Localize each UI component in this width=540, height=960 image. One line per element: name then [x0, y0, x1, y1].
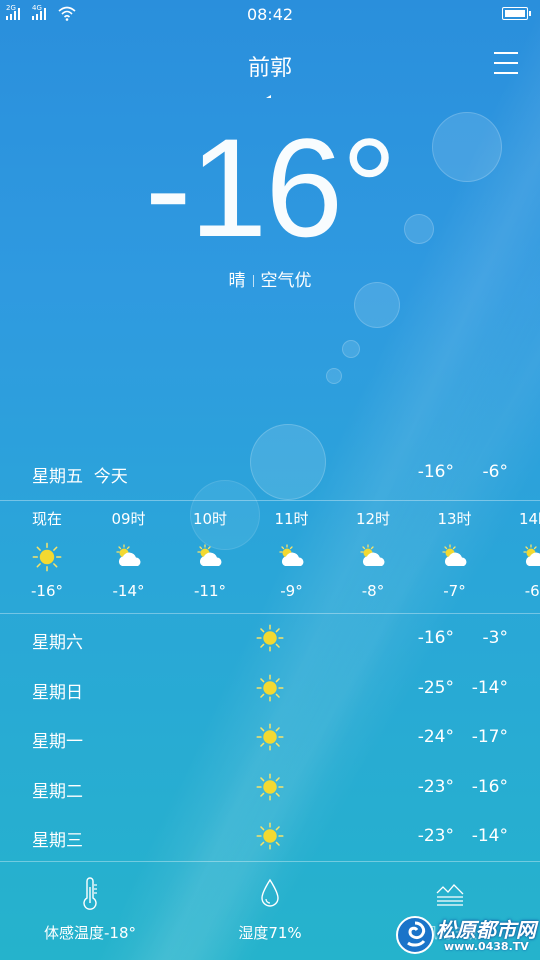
current-condition: 晴空气优: [0, 266, 540, 291]
day-high-temp: -3°: [482, 628, 508, 648]
bokeh-bubble: [326, 368, 342, 384]
hour-temp: -11°: [194, 582, 226, 600]
hour-temp: -14°: [112, 582, 145, 600]
humidity-drop-icon: [261, 878, 279, 907]
weather-condition: 晴: [228, 271, 246, 291]
status-time: 08:42: [246, 5, 294, 24]
sunny-icon: [32, 542, 62, 572]
hour-temp: -9°: [280, 582, 303, 600]
wind-icon: [436, 884, 464, 906]
hourly-item: 09时 -14°: [88, 508, 170, 600]
day-label: 星期日: [32, 682, 83, 703]
today-low-temp: -16°: [417, 462, 454, 482]
hourly-item: 现在 -16°: [6, 508, 88, 600]
hour-label: 11时: [274, 510, 309, 528]
hourly-forecast[interactable]: 现在 -16° 09时 -14° 10时 -11° 11时 -9° 12时 -8…: [0, 508, 540, 608]
day-label: 星期一: [32, 732, 83, 752]
day-high-temp: -16°: [471, 776, 508, 797]
battery-icon: [502, 7, 531, 20]
divider: [0, 500, 540, 501]
location-indicator-icon: [266, 92, 271, 98]
hour-label: 13时: [437, 510, 472, 528]
partly-cloudy-icon: [523, 544, 540, 566]
day-low-temp: -25°: [417, 677, 454, 698]
thermometer-icon: [83, 877, 97, 910]
day-low-temp: -23°: [417, 826, 454, 846]
today-high-temp: -6°: [482, 462, 508, 482]
bokeh-bubble: [342, 340, 360, 358]
today-label: 星期五 今天: [32, 467, 128, 487]
day-high-temp: -14°: [471, 826, 508, 846]
feels-like-stat: 体感温度-18°: [0, 876, 180, 943]
site-watermark: 松原都市网 www.0438.TV: [392, 910, 540, 960]
current-temperature: -16°: [144, 109, 397, 266]
hour-label: 现在: [31, 510, 62, 528]
status-bar: 2G 4G 08:42: [0, 0, 540, 30]
daily-forecast: 星期六 -16° -3° 星期日 -25° -14° 星期一 -24° -17°…: [0, 614, 540, 862]
hourly-item: 13时 -7°: [414, 508, 496, 600]
hour-label: 09时: [111, 510, 146, 528]
sunny-icon: [256, 624, 284, 652]
hour-label: 10时: [192, 510, 228, 528]
today-summary: 星期五 今天 -16° -6°: [32, 462, 508, 490]
hourly-item: 10时 -11°: [169, 508, 251, 600]
day-high-temp: -14°: [471, 677, 508, 698]
city-name[interactable]: 前郭: [0, 50, 540, 82]
menu-icon: [494, 52, 518, 54]
daily-row[interactable]: 星期六 -16° -3°: [0, 614, 540, 664]
divider: [252, 275, 254, 287]
partly-cloudy-icon: [441, 544, 466, 566]
sunny-icon: [256, 822, 284, 850]
feels-like-label: 体感温度-18°: [44, 924, 136, 942]
daily-row[interactable]: 星期二 -23° -16°: [0, 763, 540, 813]
sunny-icon: [256, 723, 284, 751]
hour-temp: -6°: [524, 582, 540, 600]
hour-label: 14时: [518, 510, 540, 528]
partly-cloudy-icon: [360, 544, 385, 566]
partly-cloudy-icon: [197, 544, 222, 566]
partly-cloudy-icon: [278, 544, 303, 566]
day-low-temp: -16°: [417, 628, 454, 648]
hour-temp: -7°: [443, 582, 466, 600]
daily-row[interactable]: 星期日 -25° -14°: [0, 664, 540, 714]
hourly-item: 11时 -9°: [251, 508, 333, 600]
sunny-icon: [256, 772, 284, 801]
day-low-temp: -23°: [417, 776, 454, 797]
partly-cloudy-icon: [115, 544, 140, 566]
site-logo-icon: [396, 916, 434, 954]
sunny-icon: [256, 673, 284, 702]
menu-button[interactable]: [494, 52, 518, 74]
day-high-temp: -17°: [471, 727, 508, 747]
site-url: www.0438.TV: [444, 940, 529, 953]
day-label: 星期三: [32, 831, 83, 851]
daily-row[interactable]: 星期一 -24° -17°: [0, 713, 540, 763]
hourly-item: 14时 -6°: [495, 508, 540, 600]
day-label: 星期二: [32, 781, 83, 802]
air-quality[interactable]: 空气优: [261, 271, 312, 291]
day-label: 星期六: [32, 633, 83, 653]
hour-temp: -8°: [361, 582, 385, 600]
hour-label: 12时: [355, 510, 391, 528]
humidity-stat: 湿度71%: [180, 876, 360, 943]
hourly-item: 12时 -8°: [332, 508, 414, 600]
hour-temp: -16°: [31, 582, 63, 600]
site-name: 松原都市网: [436, 918, 536, 942]
humidity-label: 湿度71%: [238, 924, 302, 942]
day-low-temp: -24°: [417, 727, 454, 747]
daily-row[interactable]: 星期三 -23° -14°: [0, 812, 540, 862]
